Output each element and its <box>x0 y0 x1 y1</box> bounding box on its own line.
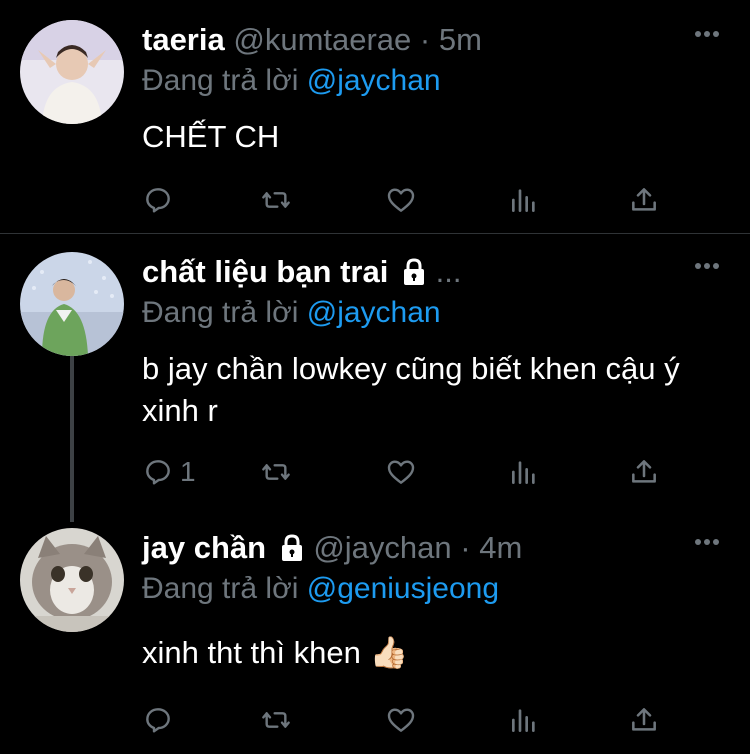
mention-link[interactable]: @jaychan <box>307 296 441 329</box>
like-icon <box>387 708 415 732</box>
replying-to: Đang trả lời @geniusjeong <box>142 572 499 606</box>
tweet-actions <box>142 700 682 740</box>
analytics-button[interactable] <box>508 452 540 492</box>
analytics-button[interactable] <box>508 180 540 220</box>
tweet-text: xinh tht thì khen 👍🏻 <box>142 635 409 670</box>
tweet-taeria[interactable]: taeria @kumtaerae · 5m Đang trả lời @jay… <box>0 20 750 230</box>
display-name[interactable]: taeria <box>142 22 225 57</box>
retweet-button[interactable] <box>260 452 292 492</box>
tweet-text: b jay chần lowkey cũng biết khen cậu ý x… <box>142 351 680 428</box>
tweet-actions: 1 <box>142 452 682 492</box>
reply-count: 1 <box>180 456 196 487</box>
tweet-text: CHẾT CH <box>142 119 280 154</box>
share-icon <box>632 188 656 211</box>
share-button[interactable] <box>628 700 660 740</box>
tweet-header: jay chần @jaychan · 4m <box>142 528 522 568</box>
more-icon[interactable] <box>694 30 720 38</box>
tweet-actions <box>142 180 682 220</box>
reply-icon <box>146 460 170 485</box>
more-icon[interactable] <box>694 262 720 270</box>
retweet-icon <box>262 464 290 480</box>
display-name[interactable]: jay chần <box>142 530 266 565</box>
share-icon <box>632 708 656 731</box>
timestamp[interactable]: 5m <box>439 22 482 57</box>
avatar-chat-lieu[interactable] <box>20 252 124 356</box>
more-icon[interactable] <box>694 538 720 546</box>
reply-button[interactable] <box>142 180 180 220</box>
separator: · <box>460 530 471 565</box>
like-button[interactable] <box>385 700 417 740</box>
tweet-divider <box>0 233 750 234</box>
tweet-header: chất liệu bạn trai ... <box>142 252 461 292</box>
analytics-icon <box>512 189 535 212</box>
lock-icon <box>403 258 424 285</box>
share-icon <box>632 460 656 483</box>
reply-button[interactable] <box>142 700 180 740</box>
retweet-icon <box>262 712 290 728</box>
like-icon <box>387 460 415 484</box>
mention-link[interactable]: @geniusjeong <box>307 572 499 605</box>
replying-to-label: Đang trả lời <box>142 572 299 605</box>
separator: · <box>419 22 431 57</box>
share-button[interactable] <box>628 452 660 492</box>
avatar-jay-chan[interactable] <box>20 528 124 632</box>
mention-link[interactable]: @jaychan <box>307 64 441 97</box>
replying-to-label: Đang trả lời <box>142 296 299 329</box>
replying-to: Đang trả lời @jaychan <box>142 296 441 330</box>
tweet-jay-chan[interactable]: jay chần @jaychan · 4m Đang trả lời @gen… <box>0 528 750 750</box>
tweet-chat-lieu[interactable]: chất liệu bạn trai ... Đang trả lời @jay… <box>0 252 750 502</box>
timestamp[interactable]: 4m <box>479 530 522 565</box>
replying-to: Đang trả lời @jaychan <box>142 64 441 98</box>
analytics-icon <box>512 709 535 732</box>
retweet-icon <box>262 192 290 208</box>
user-handle[interactable]: @jaychan <box>313 530 451 565</box>
retweet-button[interactable] <box>260 700 292 740</box>
user-handle[interactable]: @kumtaerae <box>233 22 411 57</box>
avatar-taeria[interactable] <box>20 20 124 124</box>
like-button[interactable] <box>385 180 417 220</box>
truncation-ellipsis: ... <box>435 254 462 289</box>
share-button[interactable] <box>628 180 660 220</box>
reply-icon <box>146 188 170 213</box>
tweet-header: taeria @kumtaerae · 5m <box>142 20 482 60</box>
replying-to-label: Đang trả lời <box>142 64 299 97</box>
like-button[interactable] <box>385 452 417 492</box>
analytics-icon <box>512 461 535 484</box>
reply-icon <box>146 708 170 733</box>
like-icon <box>387 188 415 212</box>
display-name[interactable]: chất liệu bạn trai <box>142 254 388 289</box>
retweet-button[interactable] <box>260 180 292 220</box>
reply-button[interactable]: 1 <box>142 452 196 492</box>
lock-icon <box>281 534 302 561</box>
analytics-button[interactable] <box>508 700 540 740</box>
